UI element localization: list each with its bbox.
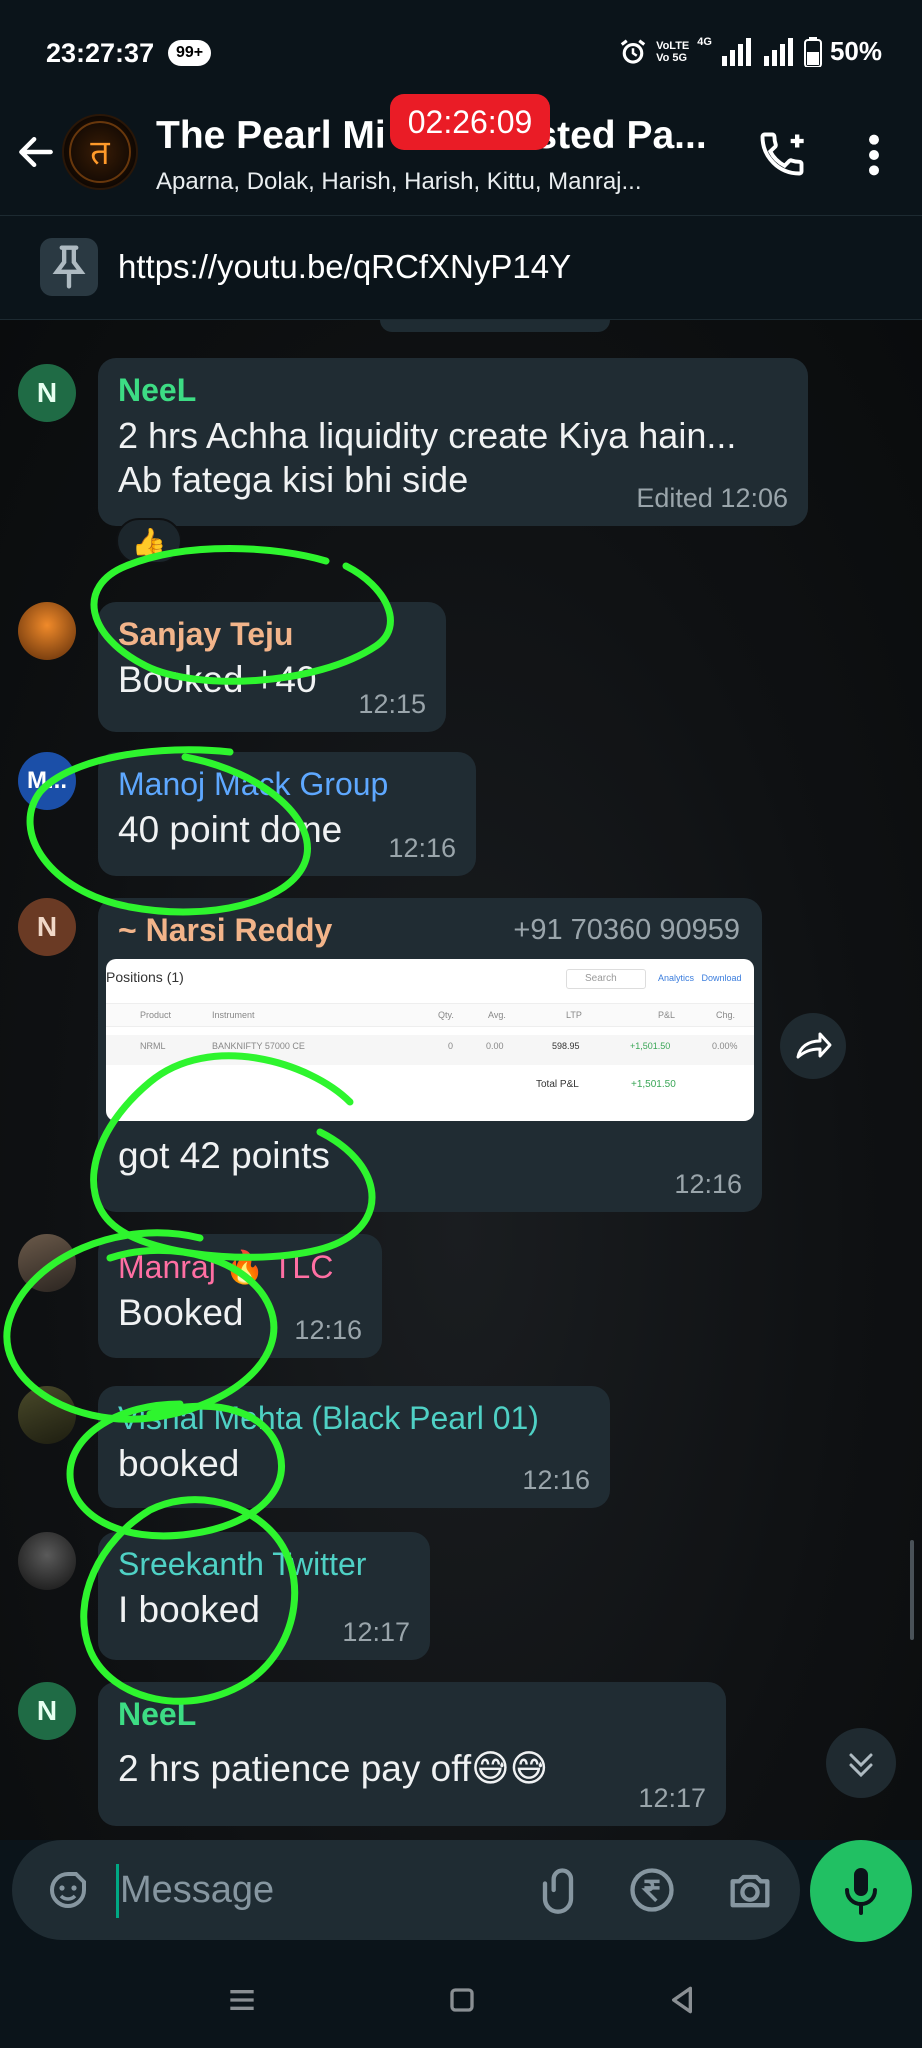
- call-timer[interactable]: 02:26:09: [390, 94, 550, 150]
- sender-name[interactable]: Manoj Mack Group: [118, 766, 456, 803]
- system-navbar: [0, 1952, 922, 2048]
- signal-icon-2: [763, 37, 793, 66]
- message-bubble[interactable]: Vishal Mehta (Black Pearl 01) booked 12:…: [98, 1386, 610, 1508]
- image-total-label: Total P&L: [536, 1079, 579, 1090]
- image-table-row: NRML BANKNIFTY 57000 CE 0 0.00 598.95 +1…: [106, 1035, 754, 1065]
- avatar[interactable]: [18, 1234, 76, 1292]
- message-time: 12:16: [522, 1465, 590, 1495]
- rupee-icon[interactable]: [626, 1864, 678, 1916]
- message-time: 12:16: [294, 1315, 362, 1345]
- sender-phone[interactable]: +91 70360 90959: [513, 914, 740, 947]
- status-time: 23:27:37: [46, 38, 155, 68]
- message-time: Edited 12:06: [636, 483, 788, 513]
- message-time: 12:16: [674, 1169, 742, 1199]
- sender-name[interactable]: NeeL: [118, 1696, 706, 1733]
- avatar[interactable]: N: [18, 898, 76, 956]
- alarm-icon: [620, 39, 646, 64]
- message-time: 12:15: [358, 689, 426, 719]
- image-attachment[interactable]: Positions (1) Search Analytics Download …: [106, 959, 754, 1121]
- sender-name[interactable]: NeeL: [118, 372, 788, 409]
- mic-button[interactable]: [810, 1840, 912, 1942]
- image-positions-title: Positions (1): [106, 969, 184, 985]
- forward-icon: [796, 1032, 832, 1059]
- mic-icon: [845, 1868, 877, 1915]
- nav-menu-icon[interactable]: [222, 1980, 262, 2020]
- scroll-down-icon: [849, 1753, 873, 1778]
- image-analytics-link: Analytics Download: [658, 973, 742, 983]
- sender-name[interactable]: Manraj 🔥 TLC: [118, 1248, 362, 1286]
- forward-button[interactable]: [780, 1013, 846, 1079]
- message-text: booked: [118, 1443, 240, 1484]
- signal-icon-1: [721, 37, 751, 66]
- sender-name[interactable]: Vishal Mehta (Black Pearl 01): [118, 1400, 590, 1437]
- scroll-to-bottom-button[interactable]: [826, 1728, 896, 1798]
- image-search-box: Search: [566, 969, 646, 989]
- message-bubble[interactable]: Sreekanth Twitter I booked 12:17: [98, 1532, 430, 1660]
- message-bubble[interactable]: ~ Narsi Reddy +91 70360 90959 Positions …: [98, 898, 762, 1212]
- message-composer: [0, 1840, 922, 1952]
- avatar[interactable]: N: [18, 364, 76, 422]
- reaction-badge[interactable]: 👍: [116, 518, 182, 564]
- scrollbar-thumb[interactable]: [910, 1540, 914, 1640]
- avatar[interactable]: N: [18, 1682, 76, 1740]
- message-input[interactable]: [120, 1854, 500, 1926]
- message-bubble[interactable]: NeeL 2 hrs Achha liquidity create Kiya h…: [98, 358, 808, 526]
- message-bubble[interactable]: NeeL 2 hrs patience pay off😅😅 12:17: [98, 1682, 726, 1826]
- notification-badge: 99+: [168, 40, 212, 66]
- message-time: 12:17: [638, 1783, 706, 1813]
- message-text: got 42 points: [118, 1135, 330, 1176]
- sticker-icon[interactable]: [44, 1866, 92, 1914]
- attach-icon[interactable]: [532, 1864, 584, 1916]
- group-members[interactable]: Aparna, Dolak, Harish, Harish, Kittu, Ma…: [156, 168, 716, 196]
- pinned-link[interactable]: https://youtu.be/qRCfXNyP14Y: [118, 248, 571, 286]
- network-type: 4G: [697, 36, 712, 48]
- avatar[interactable]: [18, 602, 76, 660]
- svg-text:त: त: [90, 133, 110, 173]
- camera-icon[interactable]: [724, 1864, 776, 1916]
- image-table-header: Product Instrument Qty. Avg. LTP P&L Chg…: [106, 1003, 754, 1027]
- message-time: 12:17: [342, 1617, 410, 1647]
- more-vert-icon[interactable]: [860, 132, 888, 178]
- message-bubble[interactable]: Manoj Mack Group 40 point done 12:16: [98, 752, 476, 876]
- nav-back-icon[interactable]: [662, 1980, 702, 2020]
- sender-name[interactable]: Sanjay Teju: [118, 616, 426, 653]
- battery-icon: [803, 36, 822, 67]
- nav-home-icon[interactable]: [442, 1980, 482, 2020]
- avatar[interactable]: [18, 1532, 76, 1590]
- pin-icon: [52, 245, 86, 289]
- battery-percent: 50%: [829, 36, 882, 66]
- add-call-icon[interactable]: [756, 128, 808, 180]
- chat-area[interactable]: N NeeL 2 hrs Achha liquidity create Kiya…: [0, 320, 922, 1840]
- message-text: 2 hrs Achha liquidity create Kiya hain..…: [118, 415, 737, 456]
- text-caret: [116, 1864, 119, 1918]
- avatar[interactable]: M...: [18, 752, 76, 810]
- sender-name[interactable]: Sreekanth Twitter: [118, 1546, 410, 1583]
- image-total-value: +1,501.50: [631, 1079, 676, 1090]
- group-avatar[interactable]: त: [62, 114, 138, 190]
- status-bar: 23:27:37 99+ VoLTE Vo 5G 4G 50%: [0, 0, 922, 100]
- message-bubble[interactable]: Manraj 🔥 TLC Booked 12:16: [98, 1234, 382, 1358]
- status-icons: VoLTE Vo 5G 4G 50%: [618, 36, 882, 67]
- back-arrow-icon[interactable]: [14, 130, 58, 174]
- pin-icon-box: [40, 238, 98, 296]
- message-input-pill[interactable]: [12, 1840, 800, 1940]
- message-time: 12:16: [388, 833, 456, 863]
- avatar[interactable]: [18, 1386, 76, 1444]
- group-logo-icon: त: [69, 121, 131, 183]
- volte-indicator: VoLTE Vo 5G: [656, 39, 690, 64]
- previous-bubble-edge: [380, 320, 610, 332]
- message-text: 2 hrs patience pay off😅😅: [118, 1748, 549, 1789]
- pinned-message-bar[interactable]: https://youtu.be/qRCfXNyP14Y: [0, 216, 922, 320]
- message-bubble[interactable]: Sanjay Teju Booked +40 12:15: [98, 602, 446, 732]
